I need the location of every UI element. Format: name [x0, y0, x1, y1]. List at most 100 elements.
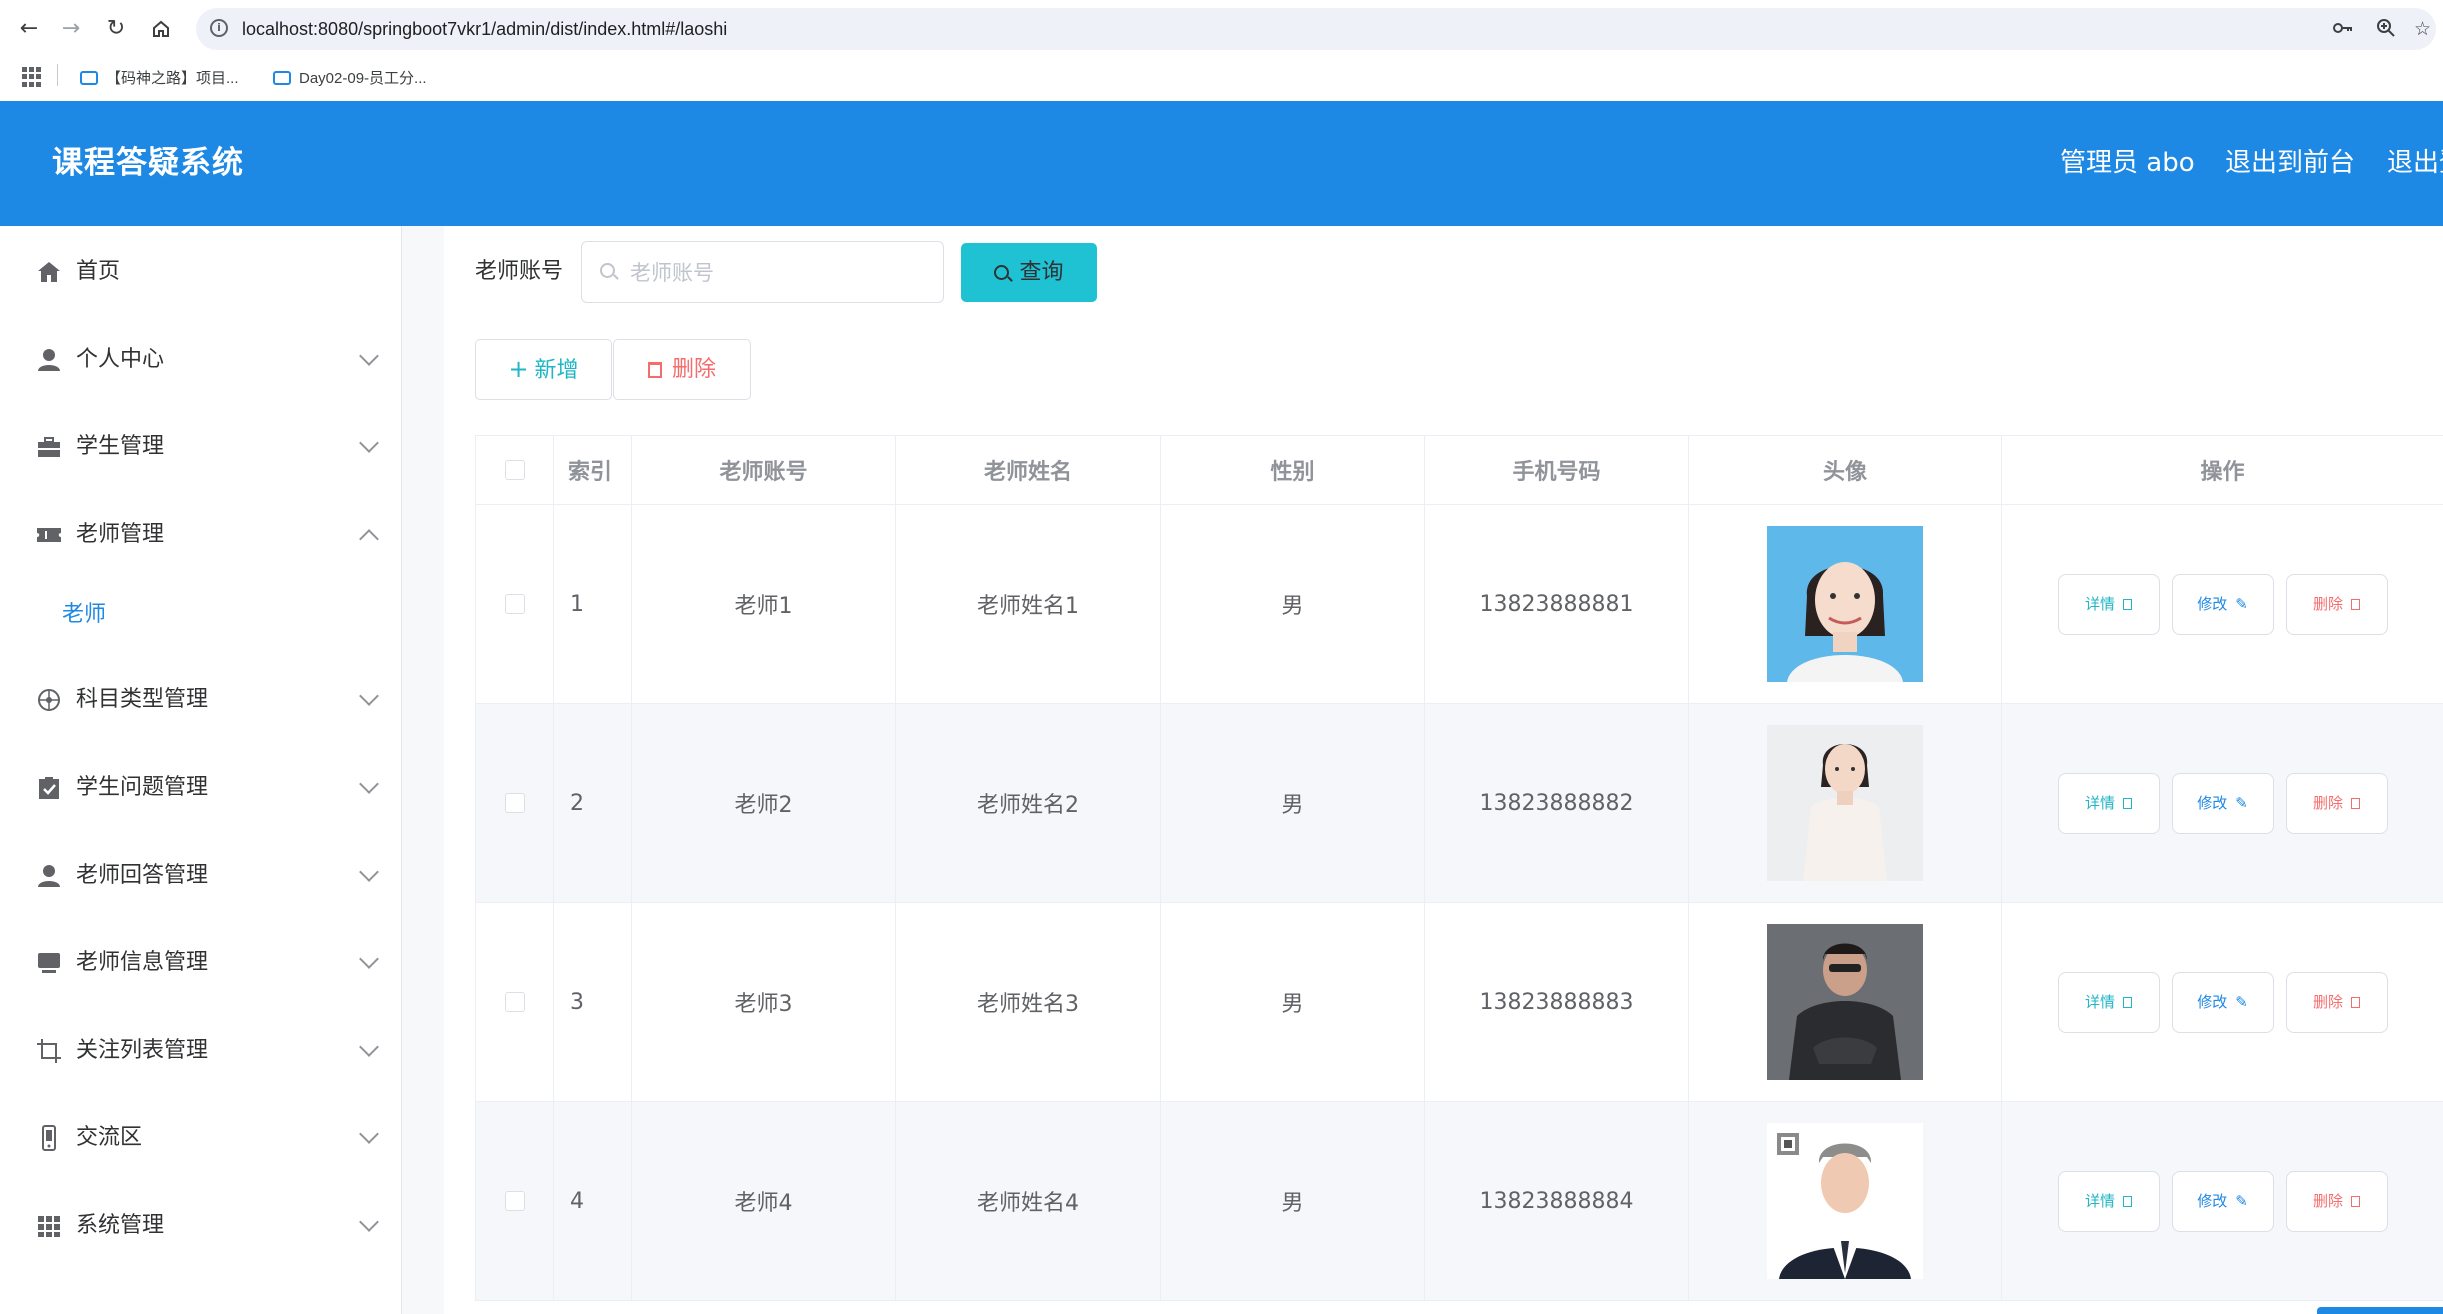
- edit-button[interactable]: 修改 ✎: [2171, 772, 2274, 834]
- chevron-down-icon: [359, 1037, 379, 1057]
- search-field[interactable]: [581, 241, 944, 303]
- row-checkbox[interactable]: [504, 594, 525, 614]
- header-select-all[interactable]: [475, 436, 553, 504]
- document-icon: [2123, 598, 2132, 610]
- search-icon: [600, 263, 615, 278]
- edit-button[interactable]: 修改 ✎: [2171, 1170, 2274, 1232]
- trash-icon: [2351, 598, 2360, 610]
- remove-button[interactable]: 删除: [2285, 772, 2388, 834]
- back-arrow-icon[interactable]: ←: [14, 14, 44, 44]
- sidebar-item-home[interactable]: 首页: [0, 242, 400, 302]
- zoom-icon[interactable]: [2376, 18, 2396, 43]
- admin-user-link[interactable]: 管理员 abo: [2060, 101, 2195, 226]
- sidebar-item-personal-center[interactable]: 个人中心: [0, 330, 400, 390]
- bookmark-star-icon[interactable]: ☆: [2414, 18, 2431, 40]
- remove-label: 删除: [2312, 793, 2343, 812]
- ticket-icon: [37, 528, 61, 542]
- grid-icon: [38, 1216, 60, 1237]
- sidebar-item-label: 交流区: [76, 1125, 143, 1150]
- forward-arrow-icon[interactable]: →: [56, 14, 86, 44]
- search-input[interactable]: [628, 252, 932, 294]
- row-checkbox[interactable]: [504, 1191, 525, 1211]
- remove-button[interactable]: 删除: [2285, 573, 2388, 635]
- row-select[interactable]: [475, 704, 553, 902]
- row-select[interactable]: [475, 1102, 553, 1300]
- detail-button[interactable]: 详情: [2057, 1170, 2160, 1232]
- row-checkbox[interactable]: [504, 992, 525, 1012]
- cell-name: 老师姓名4: [895, 1102, 1160, 1300]
- password-key-icon[interactable]: [2331, 18, 2355, 43]
- cell-name: 老师姓名3: [895, 903, 1160, 1101]
- cell-account: 老师1: [631, 505, 895, 703]
- remove-button[interactable]: 删除: [2285, 971, 2388, 1033]
- row-select[interactable]: [475, 903, 553, 1101]
- sidebar-item-teacher-mgmt[interactable]: 老师管理: [0, 505, 400, 565]
- apps-grid-icon[interactable]: [22, 67, 42, 87]
- exit-to-front-link[interactable]: 退出到前台: [2225, 101, 2355, 226]
- bookmark-item-2[interactable]: Day02-09-员工分...: [273, 67, 427, 91]
- detail-label: 详情: [2084, 793, 2115, 812]
- add-button[interactable]: + 新增: [475, 339, 612, 400]
- sidebar-subitem-teacher[interactable]: 老师: [62, 585, 106, 645]
- sidebar-item-label: 老师信息管理: [76, 950, 209, 975]
- sidebar-item-student-mgmt[interactable]: 学生管理: [0, 417, 400, 477]
- trash-icon: [2351, 996, 2360, 1008]
- header-avatar: 头像: [1688, 436, 2001, 504]
- row-checkbox[interactable]: [504, 793, 525, 813]
- reload-icon[interactable]: ↻: [101, 14, 131, 44]
- add-button-label: 新增: [534, 358, 579, 383]
- sidebar-item-label: 首页: [76, 259, 121, 284]
- edit-button[interactable]: 修改 ✎: [2171, 573, 2274, 635]
- edit-button[interactable]: 修改 ✎: [2171, 971, 2274, 1033]
- site-info-icon[interactable]: i: [210, 19, 228, 37]
- select-all-checkbox[interactable]: [504, 460, 525, 480]
- cell-gender: 男: [1160, 1102, 1424, 1300]
- logout-link[interactable]: 退出登录: [2387, 101, 2443, 226]
- batch-delete-button[interactable]: 删除: [613, 339, 751, 400]
- pencil-icon: ✎: [2235, 594, 2248, 613]
- sidebar-item-system-mgmt[interactable]: 系统管理: [0, 1196, 400, 1256]
- home-icon[interactable]: [146, 14, 176, 44]
- briefcase-icon: [38, 437, 60, 457]
- cell-avatar: [1688, 505, 2001, 703]
- plus-icon: +: [508, 355, 529, 383]
- detail-button[interactable]: 详情: [2057, 971, 2160, 1033]
- pencil-icon: ✎: [2235, 992, 2248, 1011]
- sidebar-item-subject-type-mgmt[interactable]: 科目类型管理: [0, 670, 400, 730]
- header-gender: 性别: [1160, 436, 1424, 504]
- crop-icon: [37, 1039, 61, 1063]
- pencil-icon: ✎: [2235, 1191, 2248, 1210]
- horizontal-scrollbar[interactable]: [2317, 1307, 2443, 1314]
- chevron-down-icon: [359, 346, 379, 366]
- app-header: 课程答疑系统 管理员 abo 退出到前台 退出登录: [0, 101, 2443, 226]
- cell-account: 老师2: [631, 704, 895, 902]
- document-icon: [2123, 1195, 2132, 1207]
- bookmark-item-1[interactable]: 【码神之路】项目...: [80, 67, 239, 91]
- document-icon: [2123, 996, 2132, 1008]
- detail-button[interactable]: 详情: [2057, 573, 2160, 635]
- cell-actions: 详情 修改 ✎ 删除: [2001, 704, 2443, 902]
- remove-label: 删除: [2312, 992, 2343, 1011]
- bilibili-icon: [80, 71, 98, 85]
- sidebar-item-label: 个人中心: [76, 347, 165, 372]
- row-select[interactable]: [475, 505, 553, 703]
- sidebar-item-follow-list-mgmt[interactable]: 关注列表管理: [0, 1021, 400, 1081]
- remove-button[interactable]: 删除: [2285, 1170, 2388, 1232]
- address-bar[interactable]: i localhost:8080/springboot7vkr1/admin/d…: [196, 8, 2436, 50]
- sidebar-item-student-question-mgmt[interactable]: 学生问题管理: [0, 758, 400, 818]
- cell-phone: 13823888884: [1424, 1102, 1688, 1300]
- sidebar-item-forum[interactable]: 交流区: [0, 1108, 400, 1168]
- user-icon: [38, 349, 60, 371]
- cell-account: 老师4: [631, 1102, 895, 1300]
- trash-icon: [2351, 1195, 2360, 1207]
- query-button[interactable]: 查询: [961, 243, 1097, 302]
- cell-index: 4: [553, 1102, 631, 1300]
- sidebar-item-label: 学生问题管理: [76, 775, 209, 800]
- url-text[interactable]: localhost:8080/springboot7vkr1/admin/dis…: [242, 8, 727, 50]
- sidebar-item-teacher-info-mgmt[interactable]: 老师信息管理: [0, 933, 400, 993]
- detail-button[interactable]: 详情: [2057, 772, 2160, 834]
- sidebar-item-teacher-answer-mgmt[interactable]: 老师回答管理: [0, 846, 400, 906]
- browser-toolbar: ← → ↻ i localhost:8080/springboot7vkr1/a…: [0, 0, 2443, 57]
- clipboard-check-icon: [39, 777, 59, 799]
- detail-label: 详情: [2084, 992, 2115, 1011]
